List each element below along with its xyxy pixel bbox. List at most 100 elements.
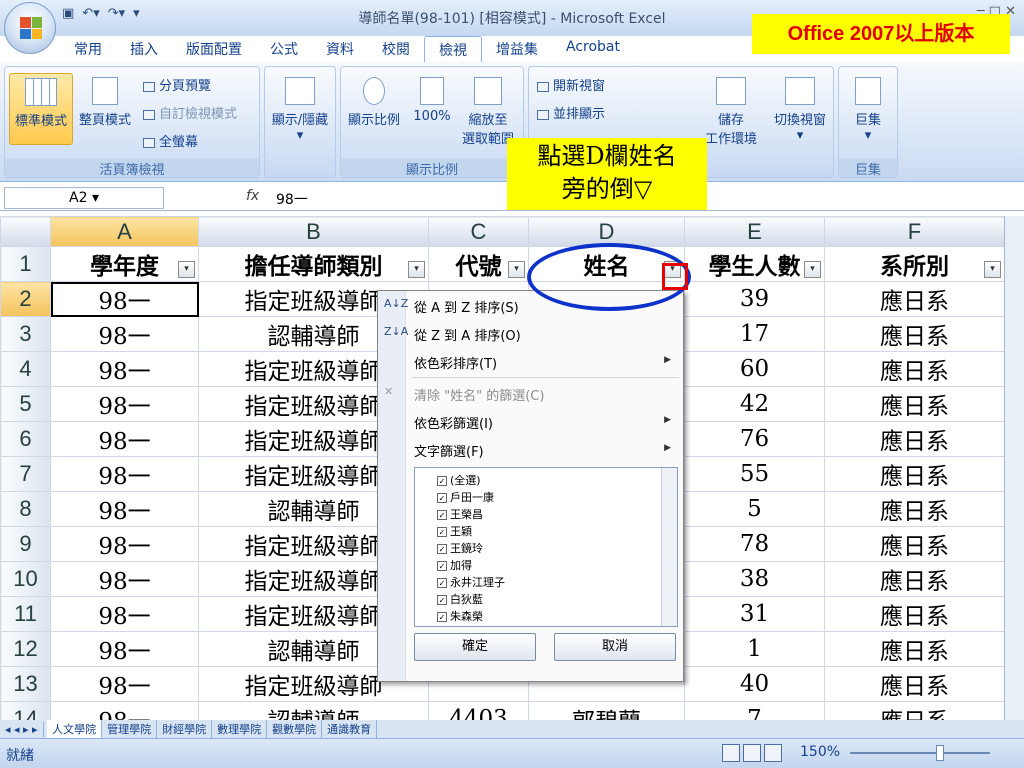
cell-e[interactable]: 17 — [684, 316, 825, 352]
normal-view-button[interactable]: 標準模式 — [9, 73, 73, 145]
filter-checkbox-item[interactable]: ✓ (全選) — [437, 472, 481, 488]
cell-a[interactable]: 98一 — [50, 316, 199, 352]
header-cell[interactable]: 學年度 ▾ — [50, 246, 199, 282]
page-break-preview-button[interactable]: 分頁預覽 — [143, 75, 211, 94]
row-header[interactable]: 6 — [0, 421, 51, 457]
sheet-tab-0[interactable]: 人文學院 — [47, 720, 103, 738]
full-screen-button[interactable]: 全螢幕 — [143, 131, 198, 150]
cell-f[interactable]: 應日系 — [824, 526, 1005, 562]
cell-a[interactable]: 98一 — [50, 421, 199, 457]
checkbox-icon[interactable]: ✓ — [437, 527, 447, 537]
select-all-corner[interactable] — [0, 216, 51, 247]
sheet-tab-4[interactable]: 觀數學院 — [267, 720, 323, 738]
cell-a[interactable]: 98一 — [50, 596, 199, 632]
row-header[interactable]: 1 — [0, 246, 51, 282]
clear-filter[interactable]: 清除 "姓名" 的篩選(C) — [414, 385, 544, 404]
ok-button[interactable]: 確定 — [414, 633, 536, 661]
row-header[interactable]: 3 — [0, 316, 51, 352]
cell-a[interactable]: 98一 — [50, 386, 199, 422]
cell-f[interactable]: 應日系 — [824, 491, 1005, 527]
function-icon[interactable]: fx — [246, 188, 259, 204]
filter-checkbox-item[interactable]: ✓ 王榮昌 — [437, 506, 483, 522]
cell-e[interactable]: 42 — [684, 386, 825, 422]
cell-f[interactable]: 應日系 — [824, 351, 1005, 387]
filter-checkbox-item[interactable]: ✓ 永井江理子 — [437, 574, 505, 590]
row-header[interactable]: 4 — [0, 351, 51, 387]
tab-7[interactable]: 增益集 — [482, 36, 552, 62]
new-window-button[interactable]: 開新視窗 — [537, 75, 605, 94]
cell-f[interactable]: 應日系 — [824, 386, 1005, 422]
zoom-100-button[interactable]: 100% — [409, 77, 455, 124]
tab-0[interactable]: 常用 — [60, 36, 116, 62]
column-header-D[interactable]: D — [528, 216, 685, 247]
checkbox-icon[interactable]: ✓ — [437, 561, 447, 571]
cell-f[interactable]: 應日系 — [824, 596, 1005, 632]
zoom-slider[interactable] — [850, 752, 990, 754]
page-break-icon[interactable] — [764, 744, 782, 762]
cell-a[interactable]: 98一 — [50, 666, 199, 702]
column-header-A[interactable]: A — [50, 216, 199, 247]
row-header[interactable]: 7 — [0, 456, 51, 492]
filter-dropdown-icon[interactable]: ▾ — [984, 261, 1001, 278]
cell-e[interactable]: 60 — [684, 351, 825, 387]
sheet-tab-2[interactable]: 財經學院 — [157, 720, 213, 738]
cell-e[interactable]: 31 — [684, 596, 825, 632]
cell-f[interactable]: 應日系 — [824, 281, 1005, 317]
arrange-all-button[interactable]: 並排顯示 — [537, 103, 605, 122]
column-header-F[interactable]: F — [824, 216, 1005, 247]
page-layout-icon[interactable] — [743, 744, 761, 762]
header-cell[interactable]: 代號 ▾ — [428, 246, 529, 282]
checkbox-icon[interactable]: ✓ — [437, 578, 447, 588]
name-box[interactable]: A2 ▾ — [4, 187, 164, 209]
tab-5[interactable]: 校閱 — [368, 36, 424, 62]
row-header[interactable]: 9 — [0, 526, 51, 562]
zoom-to-selection-button[interactable]: 縮放至 選取範圍 — [457, 77, 519, 147]
switch-windows-button[interactable]: 切換視窗 ▾ — [767, 77, 833, 143]
cell-a[interactable]: 98一 — [50, 281, 199, 317]
cell-e[interactable]: 5 — [684, 491, 825, 527]
row-header[interactable]: 2 — [0, 281, 51, 317]
cell-e[interactable]: 78 — [684, 526, 825, 562]
checkbox-icon[interactable]: ✓ — [437, 510, 447, 520]
filter-dropdown-icon[interactable]: ▾ — [178, 261, 195, 278]
checkbox-icon[interactable]: ✓ — [437, 544, 447, 554]
cell-a[interactable]: 98一 — [50, 491, 199, 527]
sort-by-color[interactable]: 依色彩排序(T) — [414, 353, 497, 372]
cell-f[interactable]: 應日系 — [824, 666, 1005, 702]
filter-checkbox-item[interactable]: ✓ 加得 — [437, 557, 472, 573]
tab-3[interactable]: 公式 — [256, 36, 312, 62]
cell-a[interactable]: 98一 — [50, 351, 199, 387]
cell-a[interactable]: 98一 — [50, 561, 199, 597]
header-cell[interactable]: 擔任導師類別 ▾ — [198, 246, 429, 282]
tab-2[interactable]: 版面配置 — [172, 36, 256, 62]
sheet-nav-icon[interactable]: ◂ ◂ ▸ ▸ — [0, 722, 44, 737]
checkbox-icon[interactable]: ✓ — [437, 612, 447, 622]
custom-views-button[interactable]: 自訂檢視模式 — [143, 103, 237, 122]
filter-checkbox-item[interactable]: ✓ 王穎 — [437, 523, 472, 539]
filter-checkbox-item[interactable]: ✓ 朱森榮 — [437, 608, 483, 624]
column-header-E[interactable]: E — [684, 216, 825, 247]
cell-e[interactable]: 76 — [684, 421, 825, 457]
filter-checkbox-item[interactable]: ✓ 戶田一康 — [437, 489, 494, 505]
cell-f[interactable]: 應日系 — [824, 421, 1005, 457]
cell-f[interactable]: 應日系 — [824, 316, 1005, 352]
checkbox-icon[interactable]: ✓ — [437, 476, 447, 486]
show-hide-button[interactable]: 顯示/隱藏 ▾ — [267, 77, 333, 143]
zoom-button[interactable]: 顯示比例 — [343, 77, 405, 128]
header-cell[interactable]: 學生人數 ▾ — [684, 246, 825, 282]
cell-e[interactable]: 38 — [684, 561, 825, 597]
sort-a-to-z[interactable]: 從 A 到 Z 排序(S) — [414, 297, 519, 316]
tab-6[interactable]: 檢視 — [424, 36, 482, 62]
filter-dropdown-icon[interactable]: ▾ — [508, 261, 525, 278]
cell-a[interactable]: 98一 — [50, 526, 199, 562]
text-filters[interactable]: 文字篩選(F) — [414, 441, 484, 460]
row-header[interactable]: 11 — [0, 596, 51, 632]
row-header[interactable]: 12 — [0, 631, 51, 667]
macros-button[interactable]: 巨集 ▾ — [841, 77, 895, 143]
cell-a[interactable]: 98一 — [50, 456, 199, 492]
tab-1[interactable]: 插入 — [116, 36, 172, 62]
cell-f[interactable]: 應日系 — [824, 456, 1005, 492]
filter-checkbox-item[interactable]: ✓ 白狄藍 — [437, 591, 483, 607]
row-header[interactable]: 10 — [0, 561, 51, 597]
normal-view-icon[interactable] — [722, 744, 740, 762]
